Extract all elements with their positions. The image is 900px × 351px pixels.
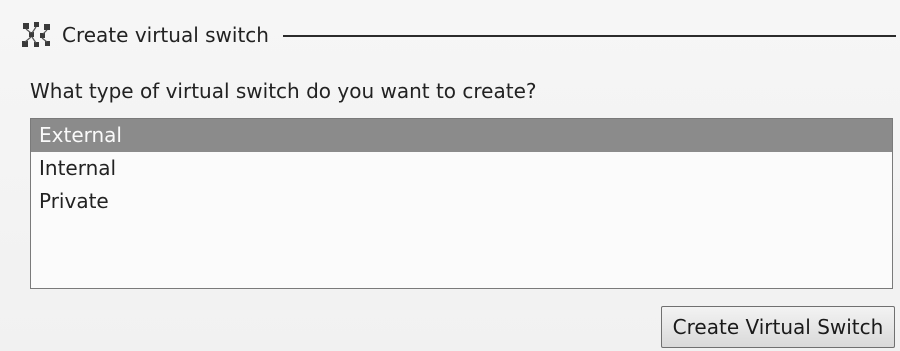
section-divider [282, 35, 896, 37]
virtual-switch-icon [20, 20, 54, 50]
switch-type-question: What type of virtual switch do you want … [30, 79, 537, 103]
list-item-internal[interactable]: Internal [31, 152, 892, 185]
create-virtual-switch-panel: Create virtual switch What type of virtu… [0, 0, 900, 351]
section-header: Create virtual switch [20, 20, 896, 50]
create-virtual-switch-button[interactable]: Create Virtual Switch [661, 306, 895, 348]
list-item-external[interactable]: External [31, 119, 892, 152]
section-title: Create virtual switch [62, 23, 269, 47]
switch-type-listbox[interactable]: External Internal Private [30, 118, 893, 289]
list-item-private[interactable]: Private [31, 185, 892, 218]
